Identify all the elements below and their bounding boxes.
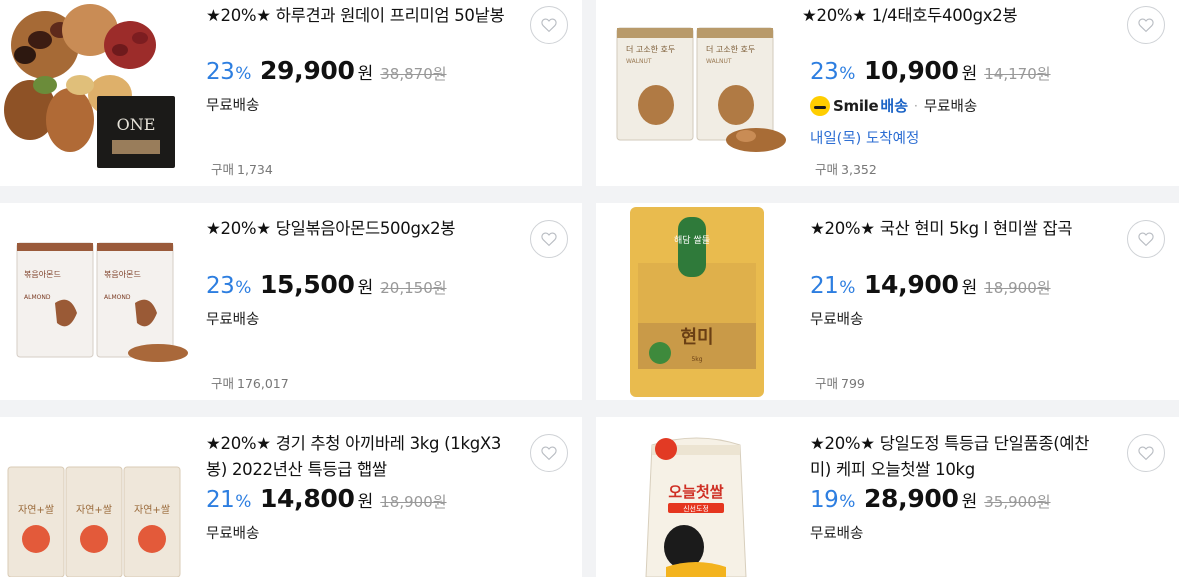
product-title[interactable]: ★20%★ 국산 현미 5kg l 현미쌀 잡곡 [810,216,1109,242]
svg-text:신선도정: 신선도정 [683,504,709,513]
shipping-info: 무료배송 [810,312,864,328]
discount-rate: 23% [206,273,251,299]
svg-text:오늘첫쌀: 오늘첫쌀 [668,483,723,501]
svg-text:볶음아몬드: 볶음아몬드 [24,269,61,279]
product-card[interactable]: 해담 쌀들 현미 5kg ★20%★ 국산 현미 5kg l 현미쌀 잡곡 21… [596,203,1179,400]
original-price: 14,170원 [984,65,1051,83]
brown-rice-bag-image: 해담 쌀들 현미 5kg [596,203,786,400]
original-price: 38,870원 [380,65,447,83]
heart-icon [541,232,557,247]
svg-text:5kg: 5kg [691,356,702,363]
svg-text:ALMOND: ALMOND [104,294,131,301]
rice-bag-image: 오늘첫쌀 신선도정 [596,417,786,577]
shipping-info: Smile 배송 · 무료배송 [810,95,977,116]
wishlist-button[interactable] [1127,220,1165,258]
svg-text:현미: 현미 [680,327,713,348]
wishlist-button[interactable] [1127,434,1165,472]
svg-text:해담 쌀들: 해담 쌀들 [674,234,710,246]
price-row: 23% 15,500 원 20,150원 [206,270,447,299]
price-unit: 원 [357,492,374,512]
delivery-eta: 내일(목) 도착예정 [810,131,920,147]
sale-price: 29,900 [259,56,355,85]
rice-packs-image: 자연+쌀 자연+쌀 자연+쌀 [0,417,190,577]
discount-rate: 21% [206,487,251,513]
svg-text:ALMOND: ALMOND [24,294,51,301]
product-title[interactable]: ★20%★ 당일도정 특등급 단일품종(예찬미) 케피 오늘첫쌀 10kg [810,431,1109,483]
svg-text:더 고소한 호두: 더 고소한 호두 [626,45,675,54]
wishlist-button[interactable] [1127,6,1165,44]
free-shipping: 무료배송 [923,99,978,115]
heart-icon [1138,232,1154,247]
svg-text:자연+쌀: 자연+쌀 [134,504,170,516]
wishlist-button[interactable] [530,220,568,258]
shipping-info: 무료배송 [206,98,260,114]
purchase-count: 구매 3,352 [815,162,877,177]
svg-text:볶음아몬드: 볶음아몬드 [104,269,141,279]
sale-price: 10,900 [863,56,959,85]
product-title[interactable]: ★20%★ 1/4태호두400gx2봉 [802,3,1109,29]
svg-text:WALNUT: WALNUT [706,58,732,65]
price-unit: 원 [961,278,978,298]
price-unit: 원 [357,278,374,298]
product-image[interactable]: 볶음아몬드 ALMOND 볶음아몬드 ALMOND [0,203,190,400]
price-row: 21% 14,900 원 18,900원 [810,270,1051,299]
purchase-count: 구매 176,017 [211,376,289,391]
smile-logo-icon [810,95,830,116]
shipping-info: 무료배송 [206,526,260,542]
heart-icon [541,18,557,33]
discount-rate: 23% [206,59,251,85]
sale-price: 15,500 [259,270,355,299]
mixed-nuts-image: ONE [0,0,190,186]
original-price: 18,900원 [984,279,1051,297]
product-title[interactable]: ★20%★ 경기 추청 아끼바레 3kg (1kgX3봉) 2022년산 특등급… [206,431,512,483]
purchase-count: 구매 1,734 [211,162,273,177]
heart-icon [1138,446,1154,461]
sale-price: 14,900 [863,270,959,299]
svg-text:더 고소한 호두: 더 고소한 호두 [706,45,755,54]
svg-text:WALNUT: WALNUT [626,58,652,65]
sale-price: 14,800 [259,484,355,513]
almond-bags-image: 볶음아몬드 ALMOND 볶음아몬드 ALMOND [0,203,190,400]
discount-rate: 23% [810,59,855,85]
price-unit: 원 [357,64,374,84]
walnut-bags-image: 더 고소한 호두 WALNUT 더 고소한 호두 WALNUT [596,0,786,186]
separator-dot: · [914,98,918,113]
price-unit: 원 [961,64,978,84]
shipping-info: 무료배송 [206,312,260,328]
product-title[interactable]: ★20%★ 하루견과 원데이 프리미엄 50낱봉 [206,3,512,29]
sale-price: 28,900 [863,484,959,513]
product-image[interactable]: 더 고소한 호두 WALNUT 더 고소한 호두 WALNUT [596,0,786,186]
svg-text:ONE: ONE [117,115,156,134]
discount-rate: 21% [810,273,855,299]
price-row: 23% 29,900 원 38,870원 [206,56,447,85]
price-row: 21% 14,800 원 18,900원 [206,484,447,513]
smile-delivery-badge: Smile 배송 [810,95,908,116]
original-price: 18,900원 [380,493,447,511]
product-image[interactable]: 오늘첫쌀 신선도정 [596,417,786,577]
product-card[interactable]: 오늘첫쌀 신선도정 ★20%★ 당일도정 특등급 단일품종(예찬미) 케피 오늘… [596,417,1179,577]
original-price: 35,900원 [984,493,1051,511]
svg-text:자연+쌀: 자연+쌀 [76,504,112,516]
heart-icon [1138,18,1154,33]
original-price: 20,150원 [380,279,447,297]
price-unit: 원 [961,492,978,512]
heart-icon [541,446,557,461]
product-card[interactable]: 볶음아몬드 ALMOND 볶음아몬드 ALMOND ★20%★ 당일볶음아몬드5… [0,203,582,400]
price-row: 23% 10,900 원 14,170원 [810,56,1051,85]
price-row: 19% 28,900 원 35,900원 [810,484,1051,513]
wishlist-button[interactable] [530,6,568,44]
product-card[interactable]: ONE ★20%★ 하루견과 원데이 프리미엄 50낱봉 23% 29,900 … [0,0,582,186]
product-card[interactable]: 더 고소한 호두 WALNUT 더 고소한 호두 WALNUT ★20%★ 1/… [596,0,1179,186]
product-image[interactable]: 해담 쌀들 현미 5kg [596,203,786,400]
discount-rate: 19% [810,487,855,513]
svg-text:자연+쌀: 자연+쌀 [18,504,54,516]
product-image[interactable]: 자연+쌀 자연+쌀 자연+쌀 [0,417,190,577]
product-card[interactable]: 자연+쌀 자연+쌀 자연+쌀 ★20%★ 경기 추청 아끼바레 3kg (1kg… [0,417,582,577]
product-title[interactable]: ★20%★ 당일볶음아몬드500gx2봉 [206,216,512,242]
purchase-count: 구매 799 [815,376,865,391]
product-image[interactable]: ONE [0,0,190,186]
wishlist-button[interactable] [530,434,568,472]
shipping-info: 무료배송 [810,526,864,542]
